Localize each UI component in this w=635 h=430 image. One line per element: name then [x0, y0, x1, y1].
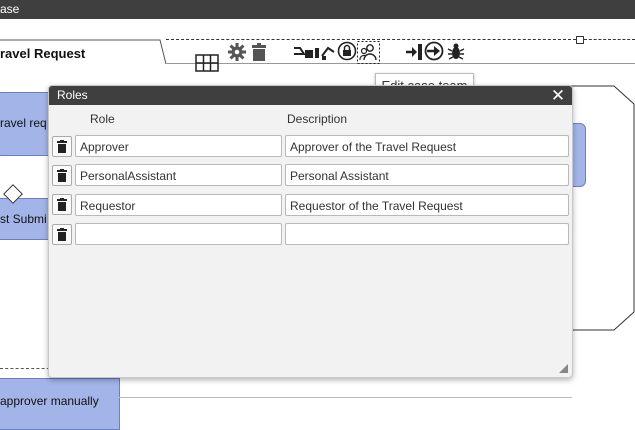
role-column-header: Role: [90, 112, 115, 126]
app-title-bar: ase: [0, 0, 635, 19]
tab-divider: [166, 63, 635, 64]
request-submit-label: st Submi: [0, 212, 47, 226]
import-icon[interactable]: [404, 42, 424, 62]
gear-icon[interactable]: [227, 42, 247, 62]
role-description-input[interactable]: [285, 223, 569, 245]
role-description-input[interactable]: Approver of the Travel Request: [285, 135, 569, 157]
debug-icon[interactable]: [446, 41, 466, 61]
description-column-header: Description: [287, 112, 348, 126]
trash-icon: [57, 198, 67, 211]
role-name-input[interactable]: Requestor: [75, 194, 282, 216]
hierarchy-icon[interactable]: [292, 42, 336, 62]
roles-dialog-header[interactable]: Roles ✕: [49, 86, 572, 105]
selection-handle[interactable]: [576, 36, 584, 44]
lane-divider: [118, 397, 572, 398]
role-description-input[interactable]: Requestor of the Travel Request: [285, 194, 569, 216]
role-name-input[interactable]: PersonalAssistant: [75, 164, 282, 186]
selection-border: [166, 39, 576, 40]
delete-role-button[interactable]: [52, 224, 72, 245]
trash-icon: [57, 140, 67, 153]
deploy-icon[interactable]: [424, 41, 444, 61]
trash-icon: [57, 169, 67, 182]
close-icon[interactable]: ✕: [550, 86, 566, 105]
approver-label: approver manually: [0, 394, 99, 408]
role-description-input[interactable]: Personal Assistant: [285, 164, 569, 186]
delete-role-button[interactable]: [52, 136, 72, 157]
lock-icon[interactable]: [337, 41, 357, 61]
app-title: ase: [0, 2, 20, 16]
case-team-icon[interactable]: [357, 41, 380, 64]
travel-request-label: ravel req: [0, 116, 47, 130]
roles-dialog: Roles ✕ Role Description Approver Approv…: [48, 85, 573, 378]
delete-role-button[interactable]: [52, 165, 72, 186]
grid-icon[interactable]: [195, 54, 219, 72]
trash-icon[interactable]: [249, 42, 269, 62]
stage-boundary: [0, 368, 55, 369]
selection-border-right: [584, 39, 635, 40]
delete-role-button[interactable]: [52, 194, 72, 215]
case-tab-label[interactable]: ravel Request: [0, 46, 85, 61]
case-plan-outline: [570, 85, 635, 331]
resize-grip-icon[interactable]: [559, 364, 568, 373]
trash-icon: [57, 228, 67, 241]
role-name-input[interactable]: [75, 223, 282, 245]
roles-dialog-title: Roles: [57, 88, 88, 102]
role-name-input[interactable]: Approver: [75, 135, 282, 157]
